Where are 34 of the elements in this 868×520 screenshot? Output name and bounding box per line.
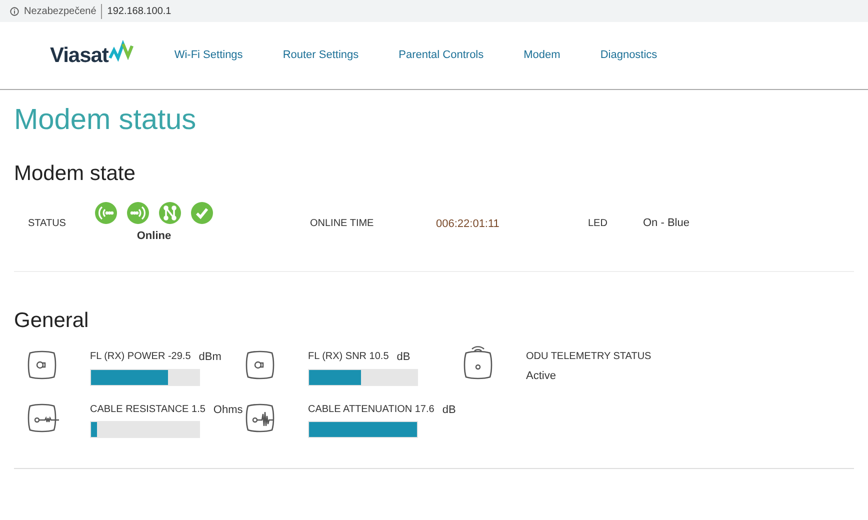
viasat-logo[interactable]: Viasat — [50, 40, 134, 72]
nav-link[interactable]: Diagnostics — [600, 47, 658, 64]
led-value: On - Blue — [643, 216, 690, 231]
metric-unit: dB — [442, 402, 456, 418]
nav-link[interactable]: Wi-Fi Settings — [174, 47, 243, 64]
metric-label: ODU TELEMETRY STATUS — [526, 350, 652, 364]
metric-label: FL (RX) SNR 10.5 — [308, 350, 389, 364]
nav-link[interactable]: Router Settings — [282, 47, 359, 64]
metric-unit: Ohms — [213, 402, 243, 418]
metric-label: CABLE ATTENUATION 17.6 — [308, 402, 434, 416]
online-time-label: ONLINE TIME — [310, 217, 375, 231]
url-text: 192.168.100.1 — [107, 4, 172, 18]
metric-label: CABLE RESISTANCE 1.5 — [90, 402, 206, 416]
online-time-value: 006:22:01:11 — [436, 217, 500, 232]
page-title: Modem status — [14, 106, 198, 135]
signal-in-icon — [95, 202, 117, 224]
security-label: Nezabezpečené — [24, 4, 102, 18]
section-heading: General — [14, 310, 90, 331]
metric-unit: dB — [396, 350, 410, 365]
status-label: STATUS — [27, 217, 67, 231]
status-value: Online — [136, 229, 172, 244]
check-icon — [191, 202, 213, 224]
signal-out-icon — [127, 202, 149, 224]
nav-link[interactable]: Modem — [524, 47, 560, 64]
metric-value: Active — [526, 369, 557, 384]
metric-unit: dBm — [198, 350, 222, 365]
address-bar[interactable]: Nezabezpečené 192.168.100.1 — [0, 0, 868, 22]
led-label: LED — [588, 217, 608, 231]
info-icon — [10, 6, 19, 16]
network-icon — [159, 202, 181, 224]
metric-label: FL (RX) POWER -29.5 — [90, 350, 191, 364]
nav-link[interactable]: Parental Controls — [398, 47, 484, 64]
section-heading: Modem state — [14, 163, 136, 184]
logo-wave-icon — [108, 40, 134, 64]
